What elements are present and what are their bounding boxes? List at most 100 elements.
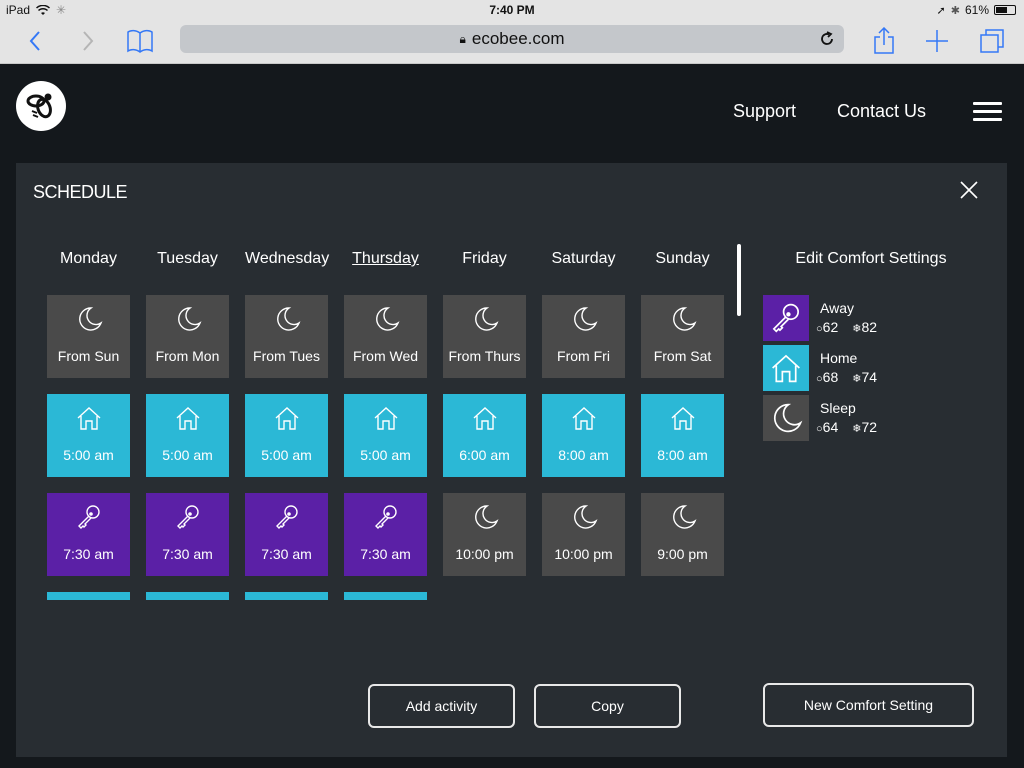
- activity-time-label: 10:00 pm: [554, 546, 613, 562]
- activity-tile-sleep[interactable]: From Thurs: [443, 295, 526, 378]
- activity-tile-away[interactable]: 7:30 am: [47, 493, 130, 576]
- activity-time-label: 5:00 am: [360, 447, 411, 463]
- activity-tile-home[interactable]: 5:00 am: [344, 394, 427, 477]
- hamburger-icon[interactable]: [973, 102, 1002, 122]
- house-icon: [471, 404, 499, 432]
- moon-icon: [669, 305, 697, 333]
- comfort-temps: ○68 ❄74: [816, 369, 877, 385]
- edit-comfort-settings-title: Edit Comfort Settings: [795, 250, 947, 267]
- comfort-name: Home: [820, 350, 858, 366]
- key-icon: [174, 503, 202, 531]
- activity-time-label: From Mon: [155, 348, 220, 364]
- add-activity-button[interactable]: Add activity: [368, 684, 515, 728]
- heat-icon: ○: [816, 423, 823, 435]
- moon-icon: [372, 305, 400, 333]
- nav-support-link[interactable]: Support: [733, 101, 796, 122]
- activity-tile-home[interactable]: 5:00 am: [47, 394, 130, 477]
- activity-tile-sleep[interactable]: From Sat: [641, 295, 724, 378]
- key-icon: [273, 503, 301, 531]
- activity-tile-home[interactable]: 8:00 am: [542, 394, 625, 477]
- day-header-sunday[interactable]: Sunday: [641, 250, 724, 268]
- address-bar[interactable]: 🔒︎ ecobee.com: [180, 25, 844, 53]
- activity-tile-away[interactable]: 7:30 am: [146, 493, 229, 576]
- location-icon: ➚: [936, 4, 946, 17]
- comfort-setting-away[interactable]: Away ○62 ❄82: [763, 295, 993, 342]
- copy-button[interactable]: Copy: [534, 684, 681, 728]
- moon-icon: [174, 305, 202, 333]
- moon-icon: [570, 503, 598, 531]
- activity-tile-home[interactable]: 8:00 am: [641, 394, 724, 477]
- activity-tile-home-partial[interactable]: [146, 592, 229, 600]
- activity-tile-home[interactable]: 6:00 am: [443, 394, 526, 477]
- activity-tile-away[interactable]: 7:30 am: [344, 493, 427, 576]
- comfort-setting-sleep[interactable]: Sleep ○64 ❄72: [763, 395, 993, 442]
- panel-title: SCHEDULE: [33, 182, 128, 202]
- heat-setpoint: ○64: [816, 419, 838, 435]
- activity-time-label: From Wed: [352, 348, 419, 364]
- reload-icon[interactable]: [818, 30, 836, 48]
- activity-tile-sleep[interactable]: From Mon: [146, 295, 229, 378]
- cool-value: 82: [861, 319, 878, 335]
- day-header-friday[interactable]: Friday: [443, 250, 526, 268]
- activity-time-label: 5:00 am: [63, 447, 114, 463]
- activity-tile-home[interactable]: 5:00 am: [146, 394, 229, 477]
- activity-time-label: From Sat: [653, 348, 712, 364]
- ecobee-logo[interactable]: [16, 81, 66, 131]
- nav-contact-us-link[interactable]: Contact Us: [837, 101, 926, 122]
- activity-tile-sleep[interactable]: 9:00 pm: [641, 493, 724, 576]
- moon-icon: [471, 305, 499, 333]
- activity-time-label: 7:30 am: [63, 546, 114, 562]
- house-icon: [570, 404, 598, 432]
- activity-tile-sleep[interactable]: From Sun: [47, 295, 130, 378]
- activity-time-label: 7:30 am: [360, 546, 411, 562]
- back-icon[interactable]: [20, 26, 50, 56]
- new-tab-icon[interactable]: [922, 26, 952, 56]
- activity-tile-sleep[interactable]: From Wed: [344, 295, 427, 378]
- moon-icon: [273, 305, 301, 333]
- comfort-name: Sleep: [820, 400, 856, 416]
- activity-tile-home-partial[interactable]: [47, 592, 130, 600]
- comfort-setting-home[interactable]: Home ○68 ❄74: [763, 345, 993, 392]
- house-icon: [669, 404, 697, 432]
- cool-setpoint: ❄82: [852, 319, 877, 335]
- day-header-wednesday[interactable]: Wednesday: [245, 250, 329, 268]
- new-comfort-setting-button[interactable]: New Comfort Setting: [763, 683, 974, 727]
- comfort-temps: ○64 ❄72: [816, 419, 877, 435]
- cool-value: 72: [861, 419, 878, 435]
- activity-tile-away[interactable]: 7:30 am: [245, 493, 328, 576]
- comfort-name: Away: [820, 300, 854, 316]
- house-icon: [763, 345, 809, 391]
- activity-time-label: 7:30 am: [261, 546, 312, 562]
- bluetooth-icon: ✱: [950, 4, 960, 17]
- activity-tile-sleep[interactable]: From Tues: [245, 295, 328, 378]
- activity-tile-home-partial[interactable]: [344, 592, 427, 600]
- activity-time-label: 6:00 am: [459, 447, 510, 463]
- share-icon[interactable]: [869, 26, 899, 56]
- house-icon: [75, 404, 103, 432]
- activity-time-label: 5:00 am: [261, 447, 312, 463]
- activity-time-label: 8:00 am: [657, 447, 708, 463]
- activity-time-label: From Fri: [557, 348, 610, 364]
- house-icon: [372, 404, 400, 432]
- battery-icon: [994, 5, 1016, 15]
- day-header-tuesday[interactable]: Tuesday: [146, 250, 229, 268]
- moon-icon: [669, 503, 697, 531]
- activity-tile-sleep[interactable]: From Fri: [542, 295, 625, 378]
- house-icon: [174, 404, 202, 432]
- activity-tile-sleep[interactable]: 10:00 pm: [443, 493, 526, 576]
- heat-setpoint: ○62: [816, 319, 838, 335]
- close-icon[interactable]: [959, 180, 979, 200]
- activity-tile-home[interactable]: 5:00 am: [245, 394, 328, 477]
- heat-value: 62: [822, 319, 839, 335]
- bookmarks-icon[interactable]: [125, 26, 155, 56]
- day-header-saturday[interactable]: Saturday: [542, 250, 625, 268]
- day-header-thursday[interactable]: Thursday: [344, 250, 427, 268]
- activity-tile-home-partial[interactable]: [245, 592, 328, 600]
- tabs-icon[interactable]: [977, 26, 1007, 56]
- lock-icon: 🔒︎: [459, 31, 466, 46]
- day-header-monday[interactable]: Monday: [47, 250, 130, 268]
- heat-value: 68: [822, 369, 839, 385]
- forward-icon[interactable]: [73, 26, 103, 56]
- activity-tile-sleep[interactable]: 10:00 pm: [542, 493, 625, 576]
- schedule-scrollbar[interactable]: [737, 244, 741, 316]
